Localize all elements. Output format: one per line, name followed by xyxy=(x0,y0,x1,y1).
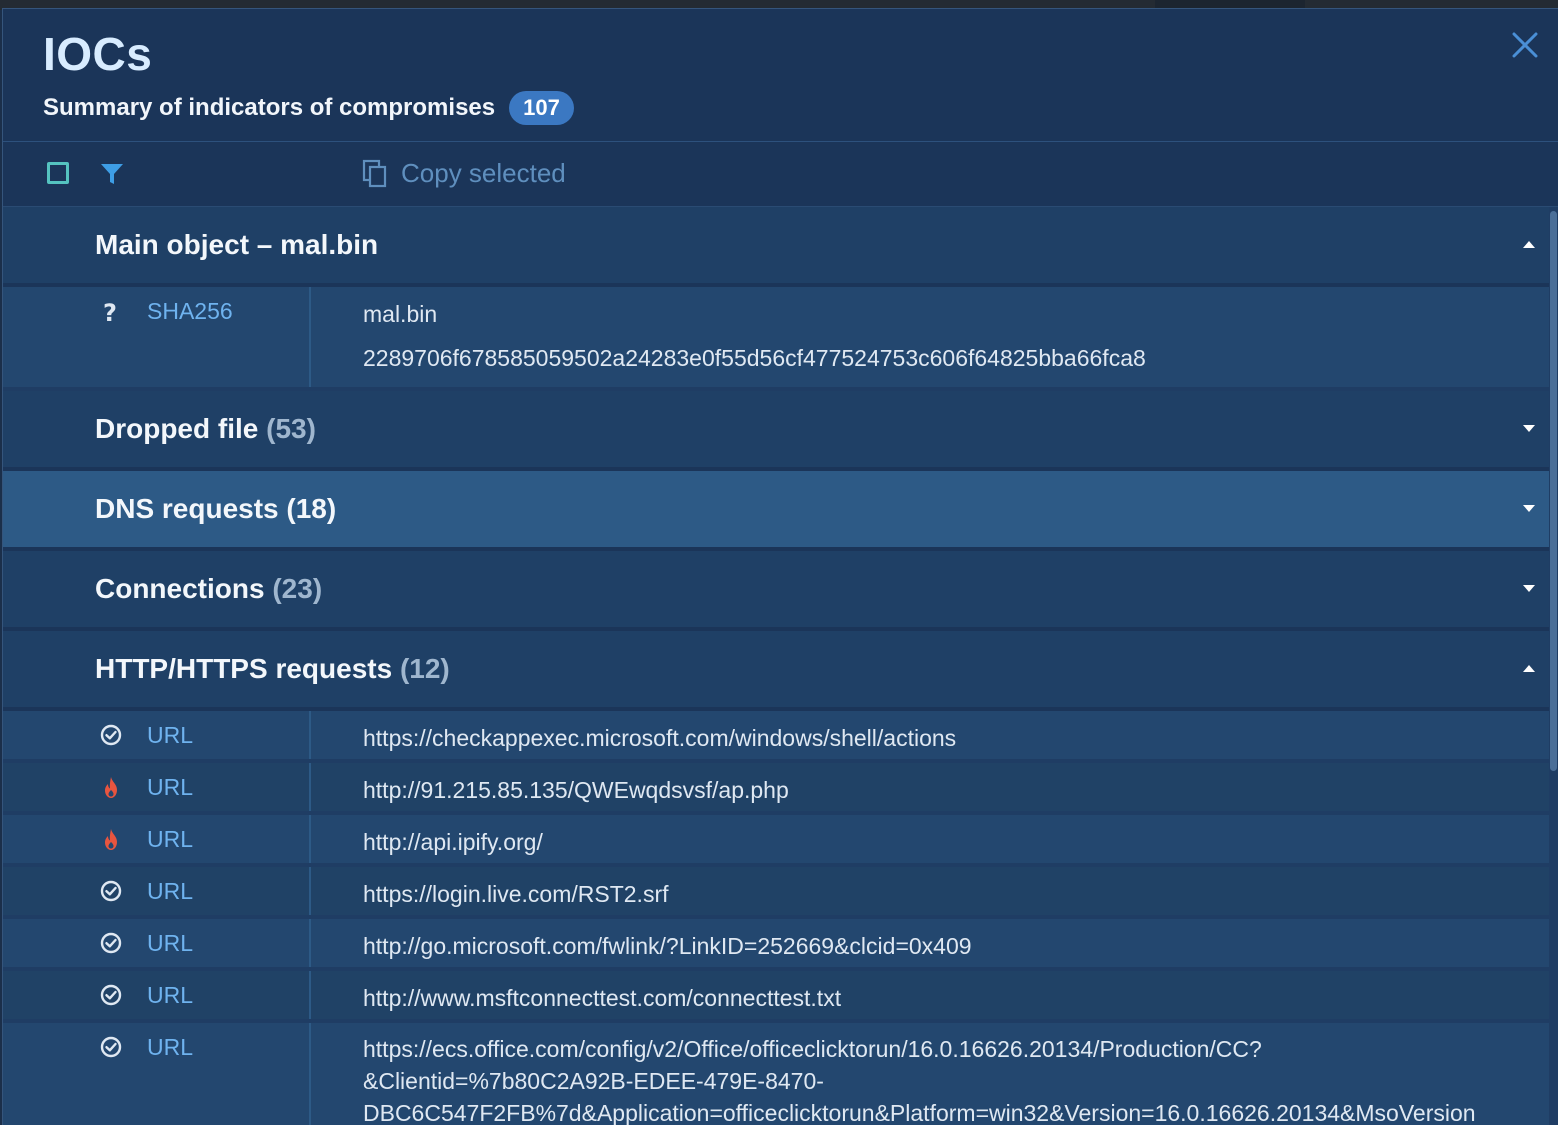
check-circle-icon xyxy=(99,723,123,749)
main-object-row[interactable]: ? SHA256 mal.bin 2289706f678585059502a24… xyxy=(3,287,1549,391)
caret-up-icon xyxy=(1523,665,1535,672)
ioc-type[interactable]: URL xyxy=(147,774,193,801)
section-count: (18) xyxy=(286,493,337,524)
ioc-type[interactable]: URL xyxy=(147,1034,193,1061)
caret-down-icon xyxy=(1523,425,1535,432)
section-count: (12) xyxy=(399,653,450,684)
iocs-modal: IOCs Summary of indicators of compromise… xyxy=(2,8,1558,1125)
ioc-value: https://login.live.com/RST2.srf xyxy=(363,881,669,907)
question-icon: ? xyxy=(99,299,123,327)
check-circle-icon xyxy=(99,983,123,1009)
check-circle-icon xyxy=(99,931,123,957)
section-count: (23) xyxy=(272,573,323,604)
ioc-type[interactable]: URL xyxy=(147,930,193,957)
http-request-row[interactable]: URL http://api.ipify.org/ xyxy=(3,815,1549,867)
section-title: Main object – mal.bin xyxy=(95,229,379,260)
modal-header: IOCs Summary of indicators of compromise… xyxy=(3,9,1558,142)
ioc-hash: 2289706f678585059502a24283e0f55d56cf4775… xyxy=(363,345,1146,371)
caret-up-icon xyxy=(1523,241,1535,248)
section-count: (53) xyxy=(266,413,316,444)
section-title: HTTP/HTTPS requests xyxy=(95,653,393,684)
column-divider xyxy=(309,919,311,967)
http-request-row[interactable]: URL http://www.msftconnecttest.com/connec… xyxy=(3,971,1549,1023)
section-title: DNS requests xyxy=(95,493,279,524)
section-title: Dropped file xyxy=(95,413,259,444)
section-title: Connections xyxy=(95,573,265,604)
http-request-row[interactable]: URL https://checkappexec.microsoft.com/wi… xyxy=(3,711,1549,763)
ioc-type[interactable]: URL xyxy=(147,722,193,749)
column-divider xyxy=(309,971,311,1019)
ioc-value: mal.bin xyxy=(363,301,438,327)
caret-down-icon xyxy=(1523,585,1535,592)
caret-down-icon xyxy=(1523,505,1535,512)
check-circle-icon xyxy=(99,879,123,905)
modal-subtitle: Summary of indicators of compromises xyxy=(43,94,496,121)
scrollbar-thumb[interactable] xyxy=(1550,211,1557,771)
ioc-list: Main object – mal.bin ? SHA256 mal.bin 2… xyxy=(3,207,1549,1125)
section-dropped-file[interactable]: Dropped file (53) xyxy=(3,391,1549,471)
ioc-type[interactable]: SHA256 xyxy=(147,298,233,325)
ioc-type[interactable]: URL xyxy=(147,982,193,1009)
column-divider xyxy=(309,287,311,387)
http-rows: URL https://checkappexec.microsoft.com/wi… xyxy=(3,711,1549,1125)
column-divider xyxy=(309,763,311,811)
column-divider xyxy=(309,1023,311,1125)
ioc-value: http://www.msftconnecttest.com/connectte… xyxy=(363,985,842,1011)
subtitle-row: Summary of indicators of compromises 107 xyxy=(43,91,574,125)
filter-icon xyxy=(101,164,123,184)
section-http-requests[interactable]: HTTP/HTTPS requests (12) xyxy=(3,631,1549,711)
copy-selected-label: Copy selected xyxy=(401,158,566,188)
copy-icon xyxy=(362,159,387,187)
ioc-value: https://ecs.office.com/config/v2/Office/… xyxy=(363,1036,1476,1125)
http-request-row[interactable]: URL https://login.live.com/RST2.srf xyxy=(3,867,1549,919)
http-request-row[interactable]: URL https://ecs.office.com/config/v2/Offi… xyxy=(3,1023,1549,1125)
fire-icon xyxy=(99,775,123,801)
filter-button[interactable] xyxy=(99,161,125,192)
modal-title: IOCs xyxy=(43,28,153,80)
column-divider xyxy=(309,867,311,915)
ioc-type[interactable]: URL xyxy=(147,826,193,853)
check-circle-icon xyxy=(99,1035,123,1061)
ioc-value: http://91.215.85.135/QWEwqdsvsf/ap.php xyxy=(363,777,789,803)
column-divider xyxy=(309,711,311,759)
section-connections[interactable]: Connections (23) xyxy=(3,551,1549,631)
select-all-checkbox[interactable] xyxy=(47,162,69,184)
section-main-object[interactable]: Main object – mal.bin xyxy=(3,207,1549,287)
ioc-value: http://api.ipify.org/ xyxy=(363,829,543,855)
ioc-value: https://checkappexec.microsoft.com/windo… xyxy=(363,725,957,751)
column-divider xyxy=(309,815,311,863)
svg-text:?: ? xyxy=(103,299,117,325)
http-request-row[interactable]: URL http://91.215.85.135/QWEwqdsvsf/ap.ph… xyxy=(3,763,1549,815)
ioc-value: http://go.microsoft.com/fwlink/?LinkID=2… xyxy=(363,933,972,959)
close-icon xyxy=(1512,32,1538,58)
http-request-row[interactable]: URL http://go.microsoft.com/fwlink/?LinkI… xyxy=(3,919,1549,971)
ioc-type[interactable]: URL xyxy=(147,878,193,905)
section-dns-requests[interactable]: DNS requests (18) xyxy=(3,471,1549,551)
fire-icon xyxy=(99,827,123,853)
copy-selected-button[interactable]: Copy selected xyxy=(361,158,566,189)
ioc-count-badge: 107 xyxy=(509,91,574,125)
toolbar: Copy selected xyxy=(3,142,1558,207)
close-button[interactable] xyxy=(1505,25,1545,65)
